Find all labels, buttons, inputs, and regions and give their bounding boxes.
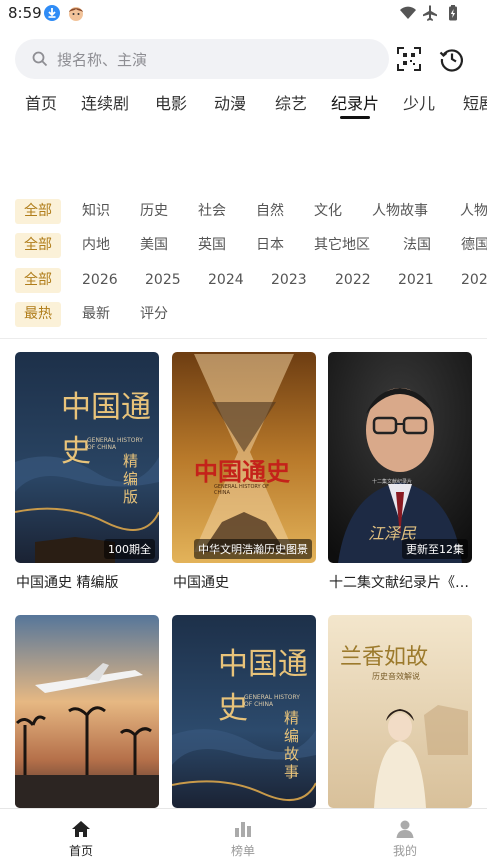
filter-genre-all[interactable]: 全部 [15,199,61,224]
video-poster: 兰香如故 历史音效解说 [328,615,472,808]
battery-charging-icon [444,4,462,22]
poster-title-text: 中国通史 [194,457,290,486]
video-poster: 十二集文献纪录片 江泽民 更新至12集 [328,352,472,563]
filter-year-all[interactable]: 全部 [15,268,61,293]
filter-region-other[interactable]: 其它地区 [314,233,370,258]
video-poster [15,615,159,808]
episode-badge: 100期全 [104,539,155,559]
search-bar[interactable]: 搜名称、主演 [15,39,389,79]
status-time: 8:59 [8,4,42,22]
airplane-mode-icon [421,4,439,22]
nav-profile[interactable]: 我的 [324,809,486,866]
history-icon[interactable] [438,45,466,73]
video-title: 十二集文献纪录片《江泽民》 [329,575,479,591]
video-title: 中国通史 精编版 [16,575,119,591]
video-card[interactable]: 中国通史 GENERAL HISTORY OF CHINA 中华文明浩瀚历史图景… [172,352,316,592]
video-title: 中国通史 [173,575,229,591]
filter-row-sort: 最热 最新 评分 [0,299,487,329]
video-card[interactable] [15,615,159,808]
poster-subtitle-text: 十二集文献纪录片 [372,479,413,485]
filter-genre-knowledge[interactable]: 知识 [82,199,110,224]
app-avatar-icon [67,4,85,22]
nav-home[interactable]: 首页 [0,809,162,866]
chart-icon [233,819,253,839]
video-card[interactable]: 兰香如故 历史音效解说 [328,615,472,808]
filter-region-germany[interactable]: 德国 [461,233,487,258]
filter-region-uk[interactable]: 英国 [198,233,226,258]
poster-english-text: GENERAL HISTORY OF CHINA [214,484,270,496]
sort-hot[interactable]: 最热 [15,302,61,327]
tab-anime[interactable]: 动漫 [214,90,246,114]
tab-home[interactable]: 首页 [25,90,57,114]
nav-profile-label: 我的 [392,844,417,858]
tab-series[interactable]: 连续剧 [81,90,129,114]
filter-region-usa[interactable]: 美国 [140,233,168,258]
qr-scan-icon[interactable] [396,46,422,72]
filter-year-2022[interactable]: 2022 [335,268,371,293]
filter-year-2023[interactable]: 2023 [271,268,307,293]
bottom-nav: 首页 榜单 我的 [0,808,487,866]
filter-genre-biography[interactable]: 人物故事 [372,199,428,224]
profile-icon [395,819,415,839]
poster-title-text: 兰香如故 [340,645,429,670]
tab-movies[interactable]: 电影 [155,90,187,114]
nav-ranking-label: 榜单 [230,844,255,858]
episode-badge: 更新至12集 [402,539,468,559]
tab-variety[interactable]: 综艺 [275,90,307,114]
section-divider [0,338,487,339]
poster-title-text: 中国通史 [61,390,151,469]
filter-year-2021[interactable]: 2021 [398,268,434,293]
video-card[interactable]: 十二集文献纪录片 江泽民 更新至12集 十二集文献纪录片《江泽民》 [328,352,479,592]
filter-year-2024[interactable]: 2024 [208,268,244,293]
search-icon [31,50,49,68]
filter-year-2020[interactable]: 2020 [461,268,487,293]
home-icon [71,819,91,839]
sort-latest[interactable]: 最新 [82,302,110,327]
poster-title-text: 中国通史 [218,647,308,726]
filter-genre-history[interactable]: 历史 [140,199,168,224]
filter-genre-people[interactable]: 人物 [460,199,487,224]
video-card[interactable]: 中国通史 GENERAL HISTORY OF CHINA 精编版 100期全 … [15,352,159,592]
filter-genre-culture[interactable]: 文化 [314,199,342,224]
nav-home-label: 首页 [68,844,93,858]
filter-row-region: 全部 内地 美国 英国 日本 其它地区 法国 德国 [0,230,487,260]
poster-caption-badge: 中华文明浩瀚历史图景 [194,539,312,559]
poster-english-text: GENERAL HISTORY OF CHINA [244,694,300,708]
tab-documentary[interactable]: 纪录片 [331,90,379,114]
video-card[interactable]: 中国通史 GENERAL HISTORY OF CHINA 精编故事 [172,615,316,808]
filter-region-mainland[interactable]: 内地 [82,233,110,258]
video-poster: 中国通史 GENERAL HISTORY OF CHINA 精编版 100期全 [15,352,159,563]
filter-year-2026[interactable]: 2026 [82,268,118,293]
video-poster: 中国通史 GENERAL HISTORY OF CHINA 精编故事 [172,615,316,808]
filter-genre-society[interactable]: 社会 [198,199,226,224]
tab-short-drama[interactable]: 短剧 [463,90,487,114]
active-tab-indicator [340,116,370,119]
category-tabs: 首页 连续剧 电影 动漫 综艺 纪录片 少儿 短剧 [0,86,487,122]
poster-english-text: GENERAL HISTORY OF CHINA [87,437,143,451]
filter-region-france[interactable]: 法国 [403,233,431,258]
wifi-icon [399,4,417,22]
nav-ranking[interactable]: 榜单 [162,809,324,866]
filter-year-2025[interactable]: 2025 [145,268,181,293]
status-bar: 8:59 [0,0,487,28]
poster-subtitle-text: 精编版 [123,452,139,506]
sort-rating[interactable]: 评分 [140,302,168,327]
poster-subtitle-text: 精编故事 [284,709,300,781]
filter-region-japan[interactable]: 日本 [256,233,284,258]
download-notification-icon [43,4,61,22]
tab-kids[interactable]: 少儿 [403,90,435,114]
poster-subtitle-text: 历史音效解说 [372,672,420,681]
filter-row-year: 全部 2026 2025 2024 2023 2022 2021 2020 [0,265,487,295]
search-placeholder: 搜名称、主演 [57,51,148,69]
filter-row-genre: 全部 知识 历史 社会 自然 文化 人物故事 人物 [0,196,487,226]
video-poster: 中国通史 GENERAL HISTORY OF CHINA 中华文明浩瀚历史图景 [172,352,316,563]
filter-genre-nature[interactable]: 自然 [256,199,284,224]
filter-region-all[interactable]: 全部 [15,233,61,258]
